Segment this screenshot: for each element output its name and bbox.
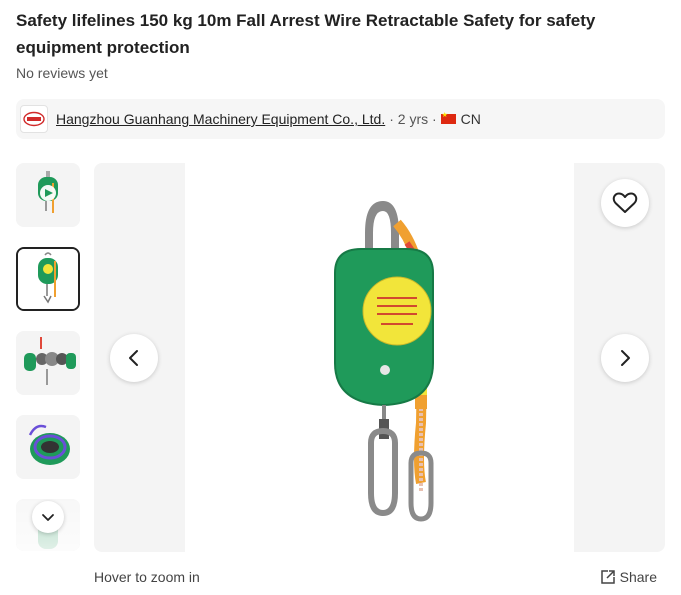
thumb-more[interactable] [16, 499, 80, 551]
heart-icon [612, 192, 638, 213]
chevron-left-icon [129, 350, 138, 366]
share-label: Share [619, 569, 657, 585]
share-button[interactable]: Share [600, 569, 657, 585]
next-image-button[interactable] [601, 334, 649, 382]
supplier-logo[interactable] [20, 105, 48, 133]
chevron-right-icon [621, 350, 630, 366]
supplier-name-link[interactable]: Hangzhou Guanhang Machinery Equipment Co… [56, 111, 385, 127]
supplier-bar: Hangzhou Guanhang Machinery Equipment Co… [16, 99, 665, 139]
supplier-years-text: · 2 yrs · [389, 111, 437, 127]
supplier-country: CN [460, 111, 481, 127]
thumb-inside[interactable] [16, 415, 80, 479]
thumb-video[interactable] [16, 163, 80, 227]
thumb-front[interactable] [16, 247, 80, 311]
favorite-button[interactable] [601, 179, 649, 227]
chevron-down-icon [42, 514, 54, 521]
product-image[interactable] [185, 163, 574, 552]
thumbnails-more-button[interactable] [32, 501, 64, 533]
thumb-parts[interactable] [16, 331, 80, 395]
china-flag-icon [440, 111, 456, 124]
previous-image-button[interactable] [110, 334, 158, 382]
zoom-hint: Hover to zoom in [94, 569, 200, 585]
share-icon [600, 570, 615, 584]
main-image-viewer[interactable] [94, 163, 665, 552]
supplier-years: · 2 yrs · CN [389, 111, 481, 127]
reviews-text: No reviews yet [16, 65, 108, 81]
product-title: Safety lifelines 150 kg 10m Fall Arrest … [16, 11, 596, 57]
